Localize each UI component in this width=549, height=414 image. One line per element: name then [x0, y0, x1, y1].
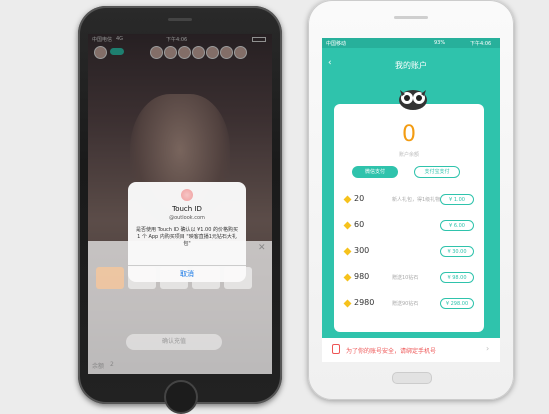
balance-label: 账户余额 — [398, 152, 419, 158]
package-price-button[interactable]: ¥ 98.00 — [440, 272, 474, 283]
iphone-device: 中国电信 4G 下午4:06 ✕ 余额 2 确认充值 Touch ID @out… — [78, 6, 282, 414]
package-price-button[interactable]: ¥ 1.00 — [440, 194, 474, 205]
alert-cancel-button[interactable]: 取消 — [128, 265, 246, 282]
balance-value: 2 — [110, 361, 114, 368]
package-amount: 300 — [354, 246, 370, 255]
package-row: 2980 赠送90钻石 ¥ 298.00 — [343, 298, 476, 312]
package-amount: 60 — [354, 220, 365, 229]
wechat-pay-tab[interactable]: 微信支付 — [352, 166, 398, 178]
diamond-icon — [343, 273, 352, 282]
carrier-label: 中国移动 — [326, 41, 347, 47]
package-bonus: 赠送10钻石 — [392, 275, 419, 281]
balance-value: 0 — [402, 122, 416, 147]
package-amount: 2980 — [354, 298, 375, 307]
package-bonus: 赠送90钻石 — [392, 301, 419, 307]
owl-mascot-icon — [399, 90, 427, 110]
alert-message: 是否使用 Touch ID 确认以 ¥1.00 的价格购买 1 个 App 内购… — [136, 227, 238, 247]
diamond-icon — [343, 247, 352, 256]
package-amount: 20 — [354, 194, 365, 203]
phone-icon — [332, 344, 340, 354]
bind-phone-notice: 为了你的账号安全，请绑定手机号 — [346, 348, 437, 355]
battery-label: 93% — [434, 40, 446, 46]
package-row: 300 ¥ 30.00 — [343, 246, 476, 260]
time-label: 下午4:06 — [470, 41, 492, 47]
diamond-icon — [343, 299, 352, 308]
package-row: 60 ¥ 6.00 — [343, 220, 476, 234]
touch-id-alert: Touch ID @outlook.com 是否使用 Touch ID 确认以 … — [128, 182, 246, 282]
bind-phone-banner[interactable]: 为了你的账号安全，请绑定手机号 › — [322, 338, 500, 362]
package-price-button[interactable]: ¥ 30.00 — [440, 246, 474, 257]
package-row: 980 赠送10钻石 ¥ 98.00 — [343, 272, 476, 286]
account-card: 0 账户余额 微信支付 支付宝支付 20 新人礼包，得1级礼物 ¥ 1.00 6… — [334, 104, 484, 332]
package-amount: 980 — [354, 272, 370, 281]
diamond-icon — [343, 221, 352, 230]
alert-title: Touch ID — [172, 205, 202, 213]
alipay-tab[interactable]: 支付宝支付 — [414, 166, 460, 178]
home-button[interactable] — [392, 372, 432, 384]
package-bonus: 新人礼包，得1级礼物 — [392, 197, 441, 203]
chevron-right-icon: › — [486, 344, 490, 353]
page-title: 我的账户 — [395, 61, 427, 70]
close-icon[interactable]: ✕ — [258, 243, 266, 253]
android-screen: 中国移动 93% 下午4:06 ‹ 我的账户 0 账户余额 微信支付 支付宝支付… — [322, 38, 500, 362]
package-price-button[interactable]: ¥ 6.00 — [440, 220, 474, 231]
diamond-icon — [343, 195, 352, 204]
alert-account: @outlook.com — [169, 215, 205, 221]
earpiece — [168, 18, 192, 21]
fingerprint-icon — [181, 189, 193, 201]
package-price-button[interactable]: ¥ 298.00 — [440, 298, 474, 309]
android-device: 中国移动 93% 下午4:06 ‹ 我的账户 0 账户余额 微信支付 支付宝支付… — [308, 0, 514, 400]
confirm-recharge-button[interactable]: 确认充值 — [126, 334, 222, 350]
status-bar: 中国移动 93% 下午4:06 — [322, 38, 500, 48]
earpiece — [394, 16, 428, 19]
iphone-screen: 中国电信 4G 下午4:06 ✕ 余额 2 确认充值 Touch ID @out… — [88, 34, 272, 374]
recharge-option[interactable] — [96, 267, 124, 289]
package-row: 20 新人礼包，得1级礼物 ¥ 1.00 — [343, 194, 476, 208]
balance-label: 余额 — [92, 363, 105, 370]
home-button[interactable] — [164, 380, 198, 414]
